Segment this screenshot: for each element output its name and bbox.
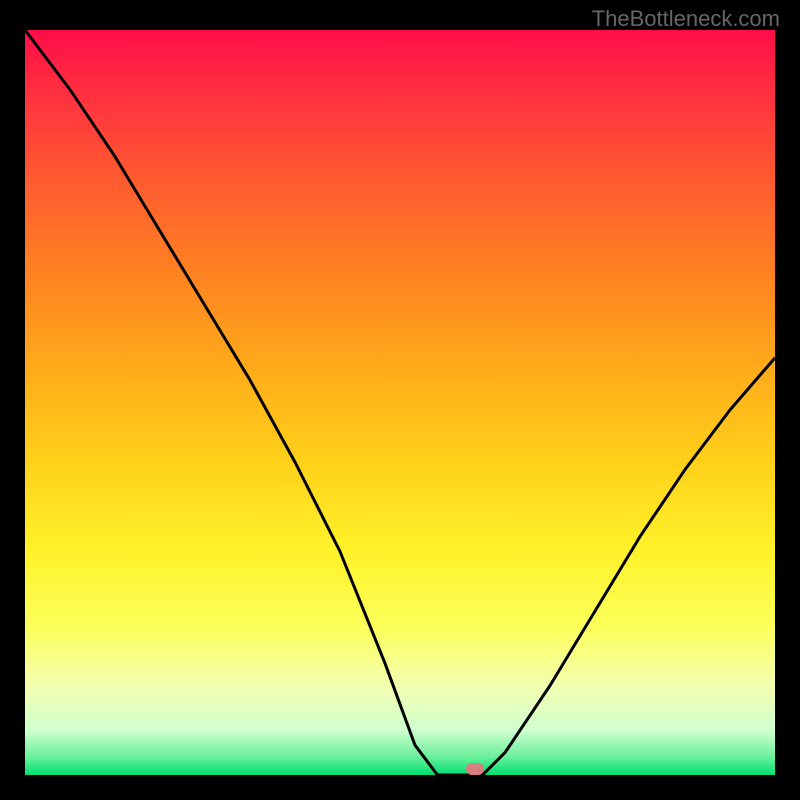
optimal-marker — [466, 763, 484, 775]
bottleneck-curve-path — [25, 30, 775, 775]
attribution-text: TheBottleneck.com — [592, 6, 780, 32]
curve-svg — [25, 30, 775, 775]
plot-area — [25, 30, 775, 775]
